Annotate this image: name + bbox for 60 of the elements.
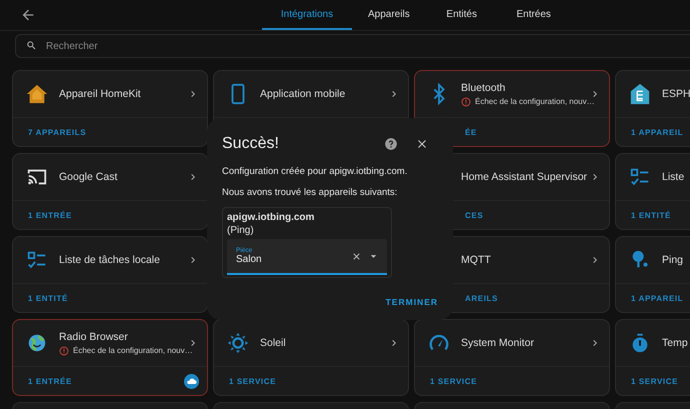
card-footer-link[interactable]: 1 ENTITÉ — [28, 294, 68, 302]
card-title: Radio Browser — [59, 330, 129, 342]
integration-card[interactable]: Liste 1 ENTITÉ — [615, 153, 690, 230]
card-footer-link[interactable]: 1 APPAREIL — [631, 128, 684, 136]
integration-card[interactable]: Ping 1 APPAREIL — [615, 236, 690, 313]
tab[interactable]: Entités — [426, 0, 498, 30]
card-title: ESPH — [662, 88, 690, 100]
tab[interactable]: Entrées — [498, 0, 570, 30]
card-title: Ping — [662, 254, 684, 266]
help-icon[interactable] — [384, 137, 398, 151]
card-title: Liste de tâches locale — [59, 254, 161, 266]
dialog-message: Nous avons trouvé les appareils suivants: — [222, 187, 398, 198]
globe-icon — [26, 332, 48, 354]
integration-card[interactable]: Radio Browser Échec de la configuration, nouv… 1 ENTRÉE — [12, 319, 208, 396]
cloud-icon — [184, 374, 199, 388]
error-icon — [461, 96, 471, 106]
card-title: Temp — [662, 337, 689, 349]
sun-icon — [227, 332, 249, 354]
tab[interactable]: Appareils — [352, 0, 426, 30]
device-type: (Ping) — [227, 225, 255, 236]
dialog-message: Configuration créée pour apigw.iotbing.com. — [222, 166, 408, 177]
card-title: Appareil HomeKit — [59, 88, 142, 100]
card-footer-link[interactable]: 1 APPAREIL — [631, 294, 684, 302]
device-name: apigw.iotbing.com — [227, 212, 316, 223]
search-icon — [26, 40, 37, 51]
clear-icon[interactable] — [351, 250, 362, 262]
search-field[interactable]: Rechercher — [15, 34, 690, 58]
card-footer-link[interactable]: 1 ENTRÉE — [28, 210, 72, 220]
checklist-icon — [26, 249, 48, 271]
card-title: Bluetooth — [461, 82, 506, 94]
card-title: Application mobile — [260, 88, 346, 100]
house-icon — [26, 83, 48, 105]
card-footer-link[interactable]: 1 ENTITÉ — [631, 210, 671, 220]
house-icon — [629, 83, 651, 105]
integration-card[interactable]: ESPH 1 APPAREIL — [615, 70, 690, 147]
card-footer-link[interactable]: 1 SERVICE — [229, 376, 276, 386]
integration-card[interactable]: Soleil 1 SERVICE — [213, 319, 409, 396]
integration-card[interactable]: Bluetooth Échec de la configuration, nouv… ÉE — [414, 70, 610, 147]
error-message: Échec de la configuration, nouv… — [475, 97, 595, 106]
back-arrow-icon[interactable] — [20, 7, 36, 23]
card-footer-link[interactable]: 1 SERVICE — [430, 376, 478, 386]
card-title: System Monitor — [461, 337, 535, 349]
card-footer-link[interactable]: 7 APPAREILS — [28, 128, 86, 136]
card-footer-link[interactable]: 1 SERVICE — [631, 376, 678, 386]
integration-card[interactable]: System Monitor 1 SERVICE — [414, 319, 610, 396]
close-icon[interactable] — [416, 138, 428, 150]
card-title: Soleil — [260, 337, 287, 349]
card-title: Google Cast — [59, 171, 118, 183]
integration-card[interactable]: Temp 1 SERVICE — [615, 319, 690, 396]
card-title: Home Assistant Supervisor — [461, 171, 588, 183]
integration-card[interactable]: Appareil HomeKit 7 APPAREILS — [12, 70, 208, 147]
error-message: Échec de la configuration, nouv… — [73, 346, 193, 355]
integration-card[interactable]: Liste de tâches locale 1 ENTITÉ — [12, 236, 208, 313]
card-title: Liste — [662, 171, 686, 183]
card-title: MQTT — [461, 254, 492, 266]
checklist-icon — [629, 166, 651, 188]
integration-card[interactable]: Google Cast 1 ENTRÉE — [12, 153, 208, 230]
tab[interactable]: Intégrations — [262, 0, 352, 30]
card-footer-link[interactable]: 1 ENTRÉE — [28, 376, 72, 386]
error-icon — [59, 346, 69, 356]
